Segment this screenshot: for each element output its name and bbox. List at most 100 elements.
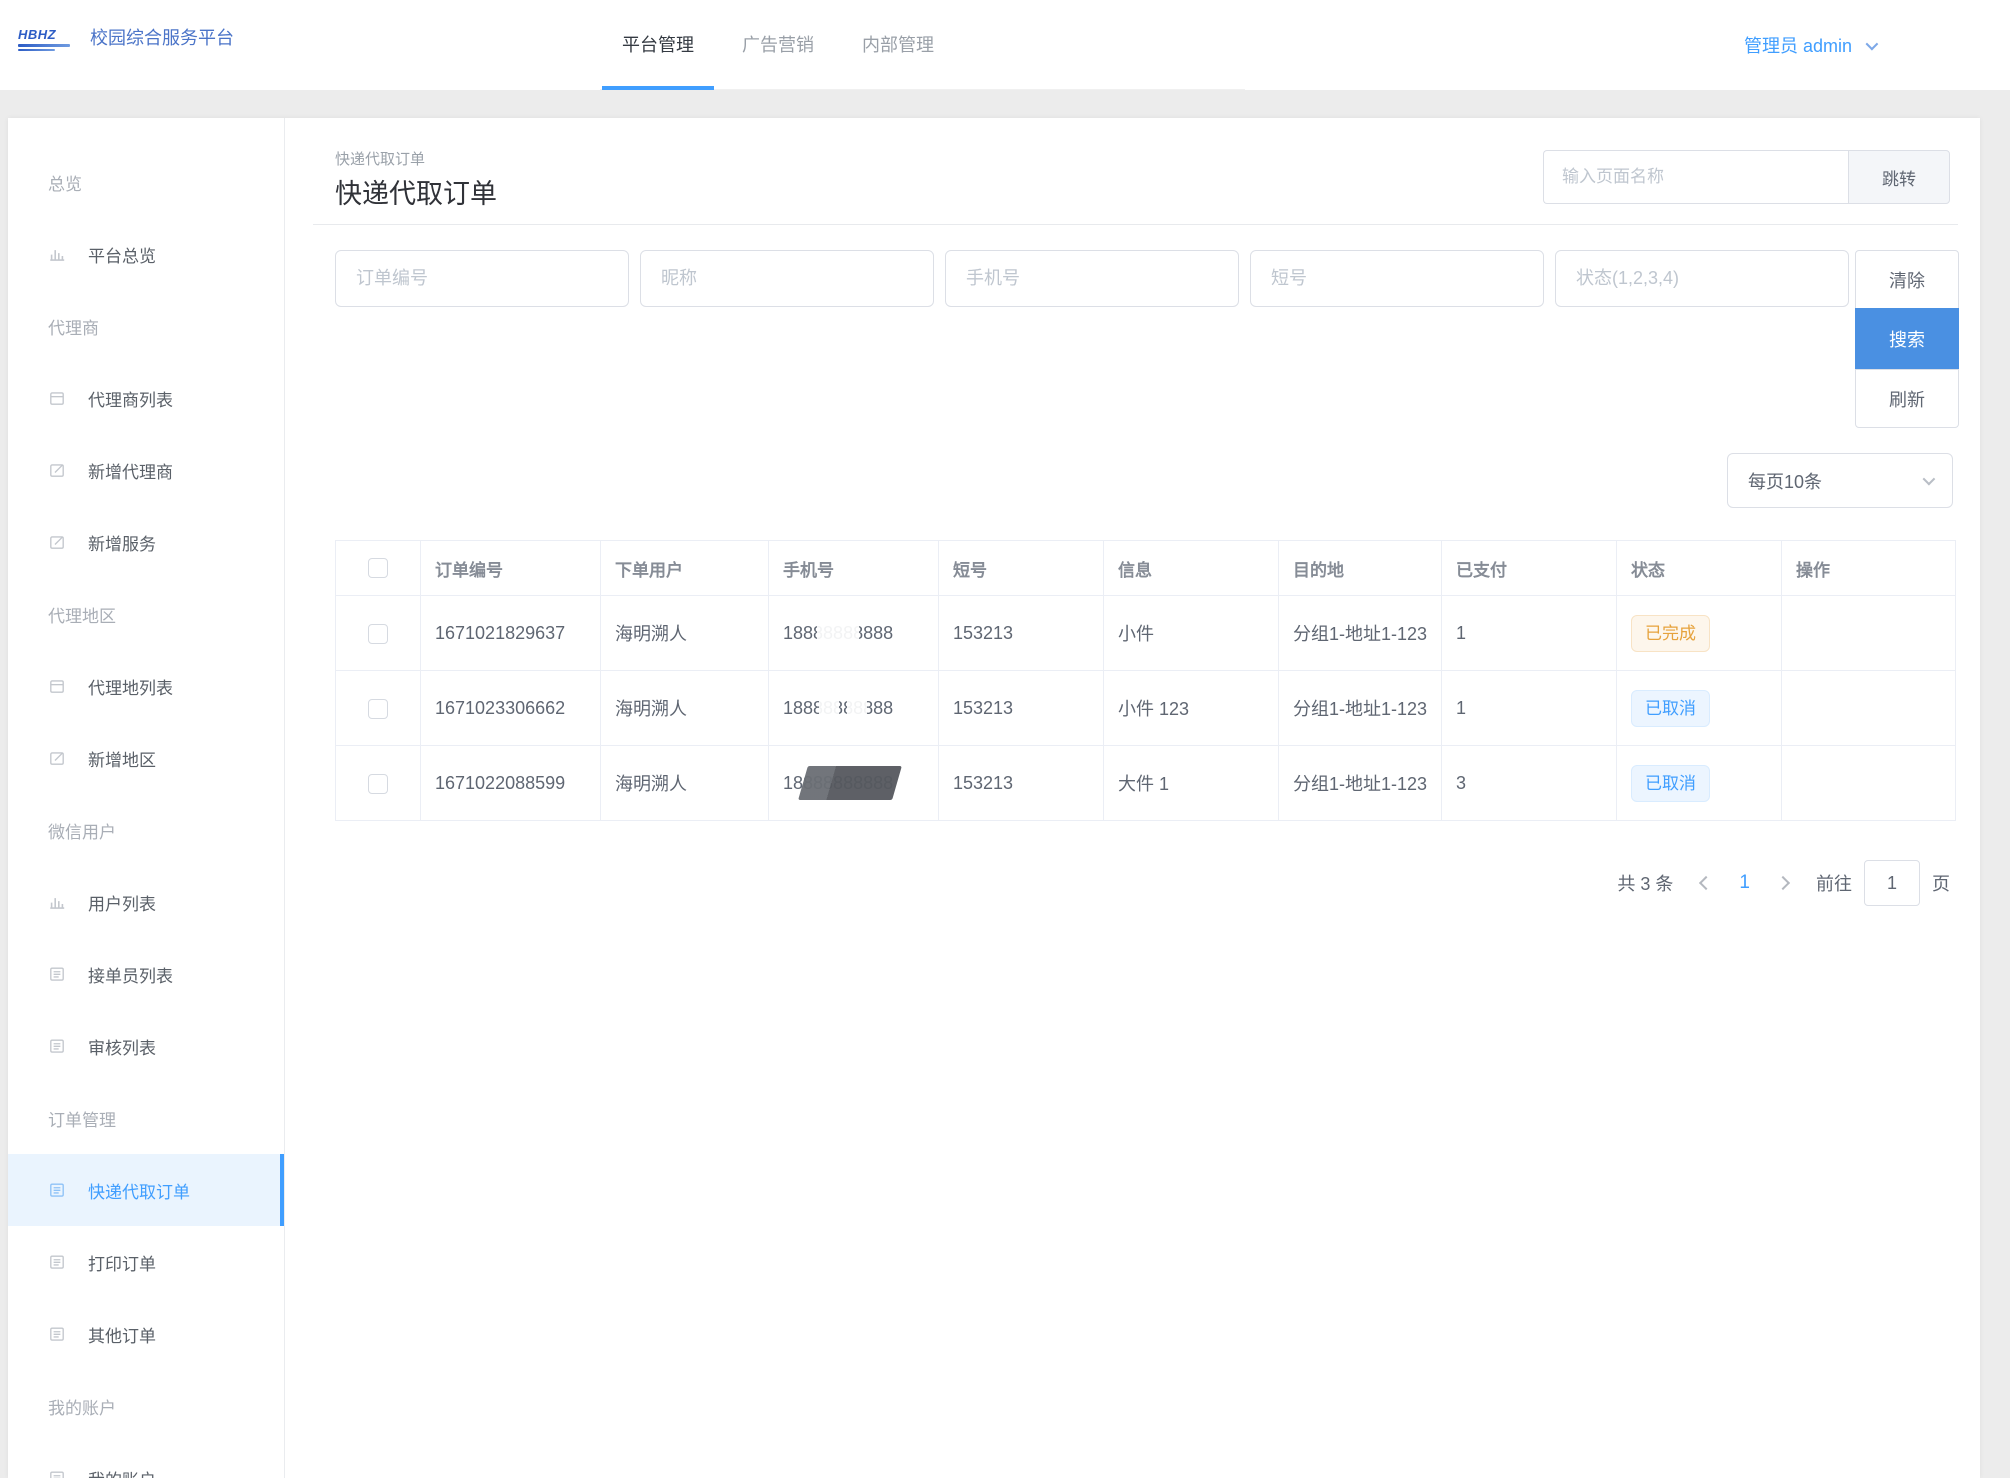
row-checkbox[interactable] xyxy=(368,774,388,794)
select-all-checkbox[interactable] xyxy=(368,558,388,578)
total-count: 共 3 条 xyxy=(1617,870,1673,896)
list-icon xyxy=(48,1037,66,1055)
status-badge: 已取消 xyxy=(1631,690,1710,727)
sidebar-item-1[interactable]: 平台总览 xyxy=(8,218,284,290)
sidebar-item-label: 代理地列表 xyxy=(88,674,173,699)
sidebar-item-3[interactable]: 代理商列表 xyxy=(8,362,284,434)
sidebar-item-label: 打印订单 xyxy=(88,1250,156,1275)
cell-phone: 18888888888 xyxy=(769,671,939,746)
sidebar-item-label: 其他订单 xyxy=(88,1322,156,1347)
table-row: 1671021829637海明溯人18888888888153213小件分组1-… xyxy=(336,596,1956,671)
page-jump-group: 跳转 xyxy=(1543,150,1950,204)
sidebar-item-8[interactable]: 新增地区 xyxy=(8,722,284,794)
cell-destination: 分组1-地址1-123 xyxy=(1279,746,1442,821)
row-checkbox[interactable] xyxy=(368,699,388,719)
orders-table: 订单编号下单用户手机号短号信息目的地已支付状态操作 1671021829637海… xyxy=(335,540,1956,821)
user-label: 管理员 admin xyxy=(1744,32,1852,58)
user-menu[interactable]: 管理员 admin xyxy=(1744,0,1875,90)
goto-page-input[interactable] xyxy=(1864,860,1920,906)
sidebar-item-label: 新增代理商 xyxy=(88,458,173,483)
sidebar-item-16[interactable]: 其他订单 xyxy=(8,1298,284,1370)
column-header: 下单用户 xyxy=(601,541,769,596)
sidebar-item-14[interactable]: 快递代取订单 xyxy=(8,1154,284,1226)
column-header: 短号 xyxy=(939,541,1104,596)
chevron-right-icon[interactable] xyxy=(1776,876,1790,890)
brand-name: 校园综合服务平台 xyxy=(90,24,234,51)
sidebar-item-label: 用户列表 xyxy=(88,890,156,915)
chevron-left-icon[interactable] xyxy=(1699,876,1713,890)
sidebar-section-label: 我的账户 xyxy=(8,1370,284,1442)
sidebar-item-label: 代理商列表 xyxy=(88,386,173,411)
table-row: 1671022088599海明溯人18888888888153213大件 1分组… xyxy=(336,746,1956,821)
column-header: 状态 xyxy=(1617,541,1782,596)
cell-paid: 1 xyxy=(1442,596,1617,671)
page-number[interactable]: 1 xyxy=(1739,872,1750,894)
cell-user: 海明溯人 xyxy=(601,671,769,746)
filter-row xyxy=(335,250,1849,307)
edit-icon xyxy=(48,749,66,767)
cell-short-no: 153213 xyxy=(939,671,1104,746)
top-header: HBHZ 校园综合服务平台 平台管理广告营销内部管理 管理员 admin xyxy=(0,0,2010,90)
clear-button[interactable]: 清除 xyxy=(1855,250,1959,309)
sidebar-item-label: 审核列表 xyxy=(88,1034,156,1059)
sidebar-section-label: 总览 xyxy=(8,146,284,218)
nickname-filter-input[interactable] xyxy=(640,250,934,307)
tab-1[interactable]: 广告营销 xyxy=(742,0,814,90)
cell-status: 已取消 xyxy=(1617,746,1782,821)
cell-phone: 18888888888 xyxy=(769,596,939,671)
chart-icon xyxy=(48,245,66,263)
tab-0[interactable]: 平台管理 xyxy=(622,0,694,90)
cell-phone: 18888888888 xyxy=(769,746,939,821)
page-name-input[interactable] xyxy=(1543,150,1848,204)
status-badge: 已完成 xyxy=(1631,615,1710,652)
jump-button[interactable]: 跳转 xyxy=(1848,150,1950,204)
cell-paid: 3 xyxy=(1442,746,1617,821)
sidebar-item-15[interactable]: 打印订单 xyxy=(8,1226,284,1298)
logo[interactable]: HBHZ xyxy=(18,27,70,51)
sidebar-item-label: 我的账户 xyxy=(88,1466,156,1478)
edit-icon xyxy=(48,461,66,479)
page-size-select[interactable]: 每页10条 xyxy=(1727,453,1953,508)
cell-order-id: 1671023306662 xyxy=(421,671,601,746)
chart-icon xyxy=(48,893,66,911)
phone-redaction xyxy=(819,693,839,725)
header-divider xyxy=(313,224,1958,225)
page-title: 快递代取订单 xyxy=(335,172,497,211)
cell-actions xyxy=(1782,746,1956,821)
sidebar-item-7[interactable]: 代理地列表 xyxy=(8,650,284,722)
row-checkbox[interactable] xyxy=(368,624,388,644)
sidebar-section-label: 微信用户 xyxy=(8,794,284,866)
phone-redaction xyxy=(798,766,902,800)
sidebar-item-5[interactable]: 新增服务 xyxy=(8,506,284,578)
cell-order-id: 1671022088599 xyxy=(421,746,601,821)
phone-redaction xyxy=(847,693,867,725)
sidebar-item-label: 平台总览 xyxy=(88,242,156,267)
column-header: 已支付 xyxy=(1442,541,1617,596)
sidebar-item-label: 新增服务 xyxy=(88,530,156,555)
sidebar-item-11[interactable]: 接单员列表 xyxy=(8,938,284,1010)
phone-filter-input[interactable] xyxy=(945,250,1239,307)
sidebar-item-12[interactable]: 审核列表 xyxy=(8,1010,284,1082)
column-header: 目的地 xyxy=(1279,541,1442,596)
sidebar-item-18[interactable]: 我的账户 xyxy=(8,1442,284,1478)
sidebar-section-label: 代理商 xyxy=(8,290,284,362)
sidebar-item-4[interactable]: 新增代理商 xyxy=(8,434,284,506)
sidebar-item-10[interactable]: 用户列表 xyxy=(8,866,284,938)
tab-2[interactable]: 内部管理 xyxy=(862,0,934,90)
cell-short-no: 153213 xyxy=(939,746,1104,821)
cell-actions xyxy=(1782,671,1956,746)
short-no-filter-input[interactable] xyxy=(1250,250,1544,307)
cell-info: 大件 1 xyxy=(1104,746,1279,821)
cell-actions xyxy=(1782,596,1956,671)
cell-order-id: 1671021829637 xyxy=(421,596,601,671)
archive-icon xyxy=(48,677,66,695)
sidebar-section-label: 订单管理 xyxy=(8,1082,284,1154)
table-row: 1671023306662海明溯人18888888888153213小件 123… xyxy=(336,671,1956,746)
main-nav: 平台管理广告营销内部管理 xyxy=(600,0,1245,90)
order-id-filter-input[interactable] xyxy=(335,250,629,307)
column-header: 信息 xyxy=(1104,541,1279,596)
status-filter-input[interactable] xyxy=(1555,250,1849,307)
refresh-button[interactable]: 刷新 xyxy=(1855,369,1959,428)
search-button[interactable]: 搜索 xyxy=(1855,308,1959,370)
edit-icon xyxy=(48,533,66,551)
